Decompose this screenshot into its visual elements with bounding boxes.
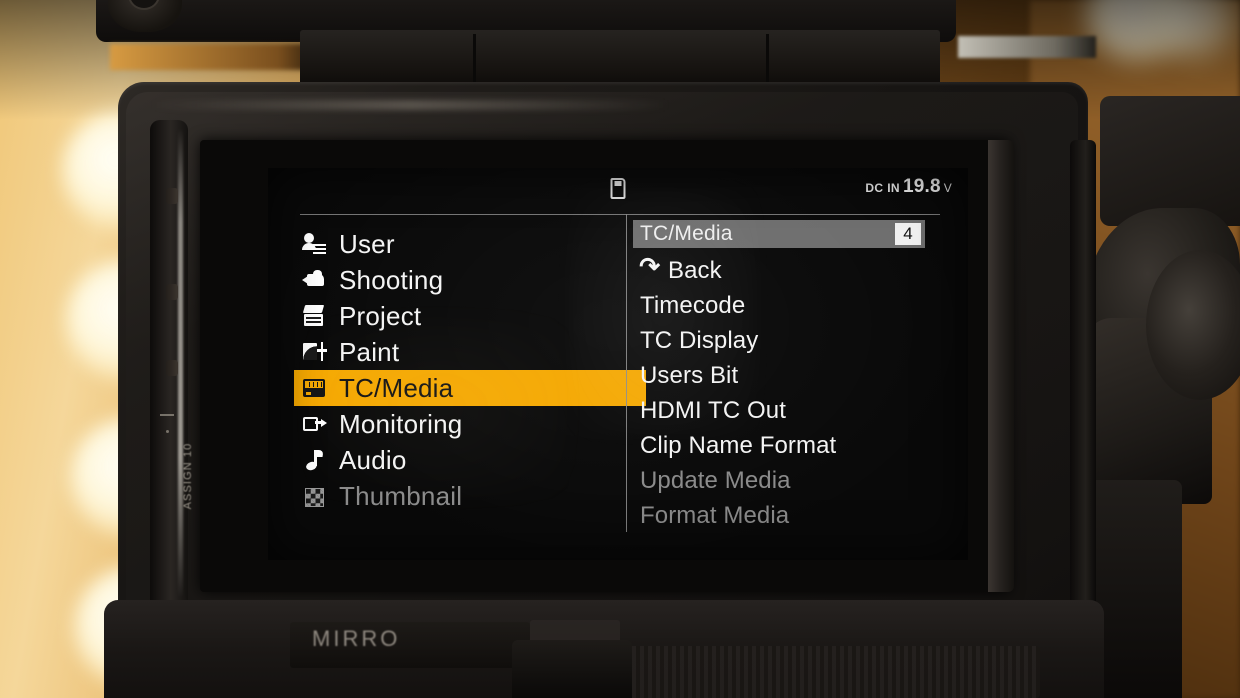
clapperboard-icon [302,303,328,329]
light-gap-left [110,44,320,70]
sub-menu-item-hdmi-tc-out[interactable]: HDMI TC Out [640,393,968,428]
screen-bezel-right-edge [988,140,1014,592]
menu-item-user[interactable]: User [298,226,626,262]
menu-item-label: Audio [339,444,407,475]
housing-specular-highlight [150,100,670,110]
sub-menu-panel: TC/Media 4 Back Timecode TC Display [627,220,968,560]
sub-menu-item-format-media[interactable]: Format Media [640,498,968,533]
sub-menu-item-label: Update Media [640,466,791,494]
sub-menu-header: TC/Media 4 [633,220,925,248]
menu-item-label: TC/Media [339,372,454,403]
camera-brand-text: MIRRO [312,626,401,651]
sub-menu-item-label: TC Display [640,326,759,354]
sub-menu-item-update-media[interactable]: Update Media [640,463,968,498]
sub-menu-item-label: Clip Name Format [640,431,837,459]
menu-item-label: Monitoring [339,408,463,439]
camera-grip-texture [620,646,1040,698]
spine-marking [166,430,169,433]
menu-item-label: Paint [339,336,400,367]
sub-menu-item-users-bit[interactable]: Users Bit [640,358,968,393]
spine-assign-label: ASSIGN 10 [182,442,194,510]
spine-marking [160,414,174,416]
sub-menu-item-timecode[interactable]: Timecode [640,288,968,323]
camera-lcd-screen[interactable]: DC IN 19.8 V User Shooting Project Paint… [268,168,968,560]
panel-divider [626,214,627,532]
photo-scene: ASSIGN 10 DC IN 19.8 V User Shooting Pro… [0,0,1240,698]
music-note-icon [302,447,328,473]
assign-button[interactable] [166,188,178,204]
menu-item-thumbnail[interactable]: Thumbnail [298,478,626,514]
menu-item-tc-media[interactable]: TC/Media [294,370,646,406]
status-bar: DC IN 19.8 V [268,168,968,210]
sub-menu-list: Back Timecode TC Display Users Bit HDMI … [633,248,968,533]
dc-in-unit: V [943,181,952,195]
camera-mount-arm [1100,96,1240,226]
menu-item-label: Shooting [339,264,444,295]
assign-button[interactable] [166,284,178,300]
menu-panels: User Shooting Project Paint TC/Media Mon… [268,214,968,560]
menu-item-monitoring[interactable]: Monitoring [298,406,626,442]
user-icon [302,231,328,257]
flip-screen-hinge [300,30,940,90]
timecode-icon [302,375,328,401]
media-card-icon [610,178,626,199]
hinge-seam [473,34,476,86]
hinge-seam [766,34,769,86]
menu-item-label: Thumbnail [339,480,463,511]
camcorder-icon [302,267,328,293]
sub-menu-item-label: Users Bit [640,361,739,389]
sub-menu-item-clip-name-format[interactable]: Clip Name Format [640,428,968,463]
menu-item-label: User [339,228,395,259]
camera-side-strip [1070,140,1096,660]
sub-menu-item-label: Timecode [640,291,746,319]
sub-menu-item-back[interactable]: Back [640,253,968,288]
menu-item-label: Project [339,300,422,331]
sub-menu-item-label: Back [668,256,722,284]
dc-in-readout: DC IN 19.8 V [865,176,952,198]
sub-menu-item-label: Format Media [640,501,790,529]
light-gap-right [958,36,1096,58]
sub-menu-item-label: HDMI TC Out [640,396,787,424]
monitor-out-icon [302,411,328,437]
menu-item-shooting[interactable]: Shooting [298,262,626,298]
dc-in-voltage: 19.8 [903,176,941,197]
status-separator-line [300,214,940,215]
assign-button[interactable] [166,360,178,376]
sub-menu-page-badge: 4 [895,223,921,245]
checkerboard-icon [302,483,328,509]
sub-menu-item-tc-display[interactable]: TC Display [640,323,968,358]
dc-in-label: DC IN [865,181,900,195]
menu-item-audio[interactable]: Audio [298,442,626,478]
main-menu-panel: User Shooting Project Paint TC/Media Mon… [268,220,646,560]
tripod-mount [512,640,632,698]
menu-item-project[interactable]: Project [298,298,626,334]
sub-menu-title: TC/Media [640,222,733,245]
paint-icon [302,339,328,365]
menu-item-paint[interactable]: Paint [298,334,626,370]
back-arrow-icon [640,261,660,281]
